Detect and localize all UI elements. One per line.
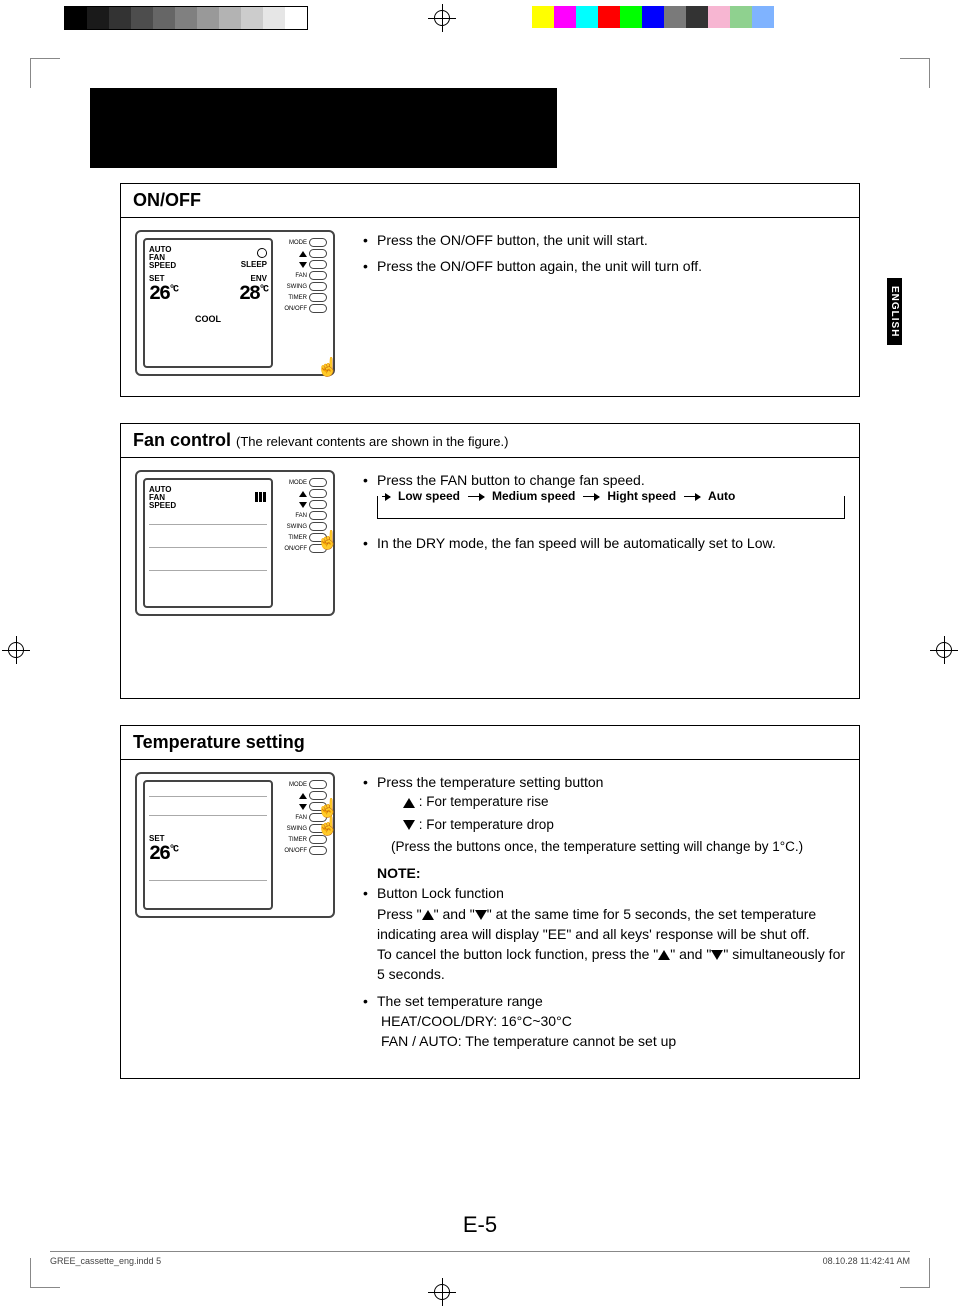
swatch	[532, 6, 554, 28]
swatch	[263, 7, 285, 29]
note-item: The set temperature range HEAT/COOL/DRY:…	[363, 991, 845, 1052]
remote-button-▲	[299, 489, 327, 498]
swatch	[87, 7, 109, 29]
swatch	[686, 6, 708, 28]
cycle-step: Low speed	[396, 488, 462, 505]
pointing-hand-icon: ☝	[317, 816, 339, 924]
swatch	[197, 7, 219, 29]
section-title: ON/OFF	[121, 184, 859, 218]
remote-button-▲	[299, 249, 327, 258]
note-label: NOTE:	[363, 863, 845, 883]
swatch	[752, 6, 774, 28]
swatch	[65, 7, 87, 29]
remote-button-mode: MODE	[289, 780, 327, 789]
indesign-footer: GREE_cassette_eng.indd 5 08.10.28 11:42:…	[50, 1251, 910, 1266]
swatch	[708, 6, 730, 28]
pointing-hand-icon: ☝	[317, 530, 339, 622]
registration-mark-bottom	[430, 1280, 454, 1304]
swatch	[730, 6, 752, 28]
swatch	[510, 6, 532, 28]
swatch	[620, 6, 642, 28]
cycle-step: Hight speed	[605, 488, 678, 505]
cycle-step: Medium speed	[490, 488, 577, 505]
remote-button-swing: SWING	[287, 282, 327, 291]
registration-mark-right	[932, 638, 956, 662]
instruction-text: Press the temperature setting button : F…	[363, 772, 845, 857]
instruction-text: Press the FAN button to change fan speed…	[363, 470, 845, 490]
sleep-icon	[257, 248, 267, 258]
arrow-right-icon	[468, 496, 484, 497]
pointing-hand-icon: ☝	[317, 357, 339, 378]
remote-button-mode: MODE	[289, 238, 327, 247]
footer-filename: GREE_cassette_eng.indd 5	[50, 1256, 161, 1266]
up-triangle-icon	[422, 910, 434, 920]
section-fan-control: Fan control (The relevant contents are s…	[120, 423, 860, 699]
registration-mark-top	[430, 6, 454, 30]
remote-illustration-temp: SET 26°C MODEFANSWINGTIMERON/OFF ☝ ☝	[135, 772, 335, 918]
crop-mark	[900, 58, 930, 88]
swatch	[109, 7, 131, 29]
remote-illustration-onoff: AUTO FAN SPEED SLEEP SET 26°C	[135, 230, 335, 376]
printer-calibration-bar	[0, 0, 960, 38]
note-item: Button Lock function Press "" and "" at …	[363, 883, 845, 984]
instruction-text: In the DRY mode, the fan speed will be a…	[363, 533, 845, 553]
remote-button-fan: FAN	[295, 271, 327, 280]
swatch	[241, 7, 263, 29]
fan-speed-cycle-diagram: Low speedMedium speedHight speedAuto	[377, 496, 845, 518]
section-onoff: ON/OFF AUTO FAN SPEED SLEEP	[120, 183, 860, 397]
section-title: Fan control (The relevant contents are s…	[121, 424, 859, 458]
section-temperature: Temperature setting SET 26°C	[120, 725, 860, 1079]
footer-timestamp: 08.10.28 11:42:41 AM	[823, 1256, 910, 1266]
crop-mark	[30, 58, 60, 88]
swatch	[598, 6, 620, 28]
instruction-text: Press the ON/OFF button, the unit will s…	[363, 230, 845, 250]
cycle-step: Auto	[706, 488, 737, 505]
swatch	[175, 7, 197, 29]
up-triangle-icon	[658, 950, 670, 960]
remote-button-fan: FAN	[295, 511, 327, 520]
registration-mark-left	[4, 638, 28, 662]
remote-illustration-fan: AUTO FAN SPEED MODEFANSWINGTIMERON/OFF ☝	[135, 470, 335, 616]
swatch	[664, 6, 686, 28]
remote-button-mode: MODE	[289, 478, 327, 487]
arrow-right-icon	[684, 496, 700, 497]
up-triangle-icon	[403, 798, 415, 808]
arrow-right-icon	[382, 496, 390, 497]
arrow-right-icon	[583, 496, 599, 497]
remote-button-▼	[299, 260, 327, 269]
down-triangle-icon	[403, 820, 415, 830]
swatch	[642, 6, 664, 28]
language-tab: ENGLISH	[887, 278, 902, 345]
swatch	[285, 7, 307, 29]
remote-button-timer: TIMER	[288, 293, 327, 302]
swatch	[219, 7, 241, 29]
swatch	[576, 6, 598, 28]
swatch	[131, 7, 153, 29]
swatch	[153, 7, 175, 29]
instruction-text: Press the ON/OFF button again, the unit …	[363, 256, 845, 276]
swatch	[554, 6, 576, 28]
page-number: E-5	[0, 1212, 960, 1238]
remote-button-▼	[299, 500, 327, 509]
section-title: Temperature setting	[121, 726, 859, 760]
black-header-bar	[90, 88, 557, 168]
down-triangle-icon	[475, 910, 487, 920]
down-triangle-icon	[711, 950, 723, 960]
remote-button-on/off: ON/OFF	[284, 304, 327, 313]
